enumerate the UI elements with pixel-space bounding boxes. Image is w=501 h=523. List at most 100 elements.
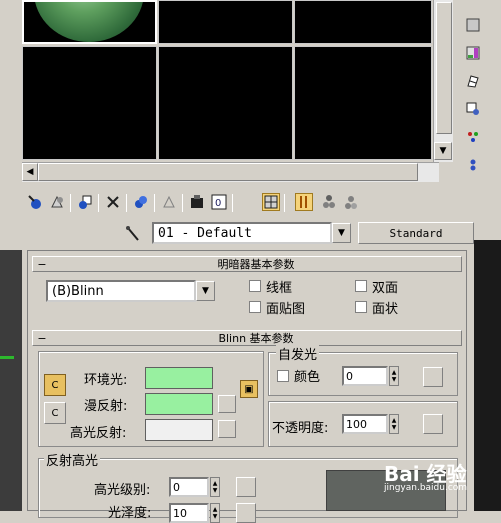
glossiness-label: 光泽度: <box>108 506 152 521</box>
video-color-check-icon[interactable] <box>464 128 482 146</box>
horizontal-scroll-thumb[interactable] <box>38 163 418 181</box>
faceted-checkbox[interactable] <box>355 301 367 313</box>
two-sided-checkbox[interactable] <box>355 280 367 292</box>
backlight-icon[interactable] <box>464 44 482 62</box>
opacity-label: 不透明度: <box>272 421 329 436</box>
side-toolbar <box>458 0 501 190</box>
spinner-up-icon: ▲ <box>212 480 218 487</box>
self-illum-spinner[interactable]: ▲ ▼ <box>389 366 399 386</box>
specular-color-swatch[interactable] <box>145 419 213 441</box>
show-map-in-viewport-button[interactable] <box>262 193 280 211</box>
pick-material-icon[interactable] <box>124 224 144 244</box>
spinner-up-icon: ▲ <box>391 369 397 376</box>
glossiness-field[interactable]: 10 <box>169 503 209 523</box>
lock-ambient-diffuse-map-button[interactable]: C <box>44 374 66 396</box>
sample-slot-3[interactable] <box>294 0 432 44</box>
uv-tiling-icon[interactable] <box>464 100 482 118</box>
sample-slot-4[interactable] <box>22 46 157 160</box>
link-icon: C <box>51 379 59 391</box>
faceted-label: 面状 <box>372 302 399 317</box>
glossiness-map-button[interactable] <box>236 503 256 523</box>
make-unique-icon[interactable] <box>132 193 150 211</box>
specular-label: 高光反射: <box>70 426 127 441</box>
opacity-value-field[interactable]: 100 <box>342 414 388 434</box>
specular-map-button[interactable] <box>218 420 236 438</box>
shader-rollout-title: 明暗器基本参数 <box>217 258 295 271</box>
lock-colors-button[interactable]: ▣ <box>240 380 258 398</box>
shader-rollout-header[interactable]: − 明暗器基本参数 <box>32 256 462 272</box>
get-material-icon[interactable] <box>26 193 44 211</box>
left-viewport-edge <box>0 250 22 511</box>
go-to-parent-icon[interactable] <box>320 193 338 211</box>
scroll-left-button[interactable]: ◀ <box>22 163 38 181</box>
spinner-down-icon: ▼ <box>212 487 218 494</box>
background-icon[interactable] <box>464 72 482 90</box>
blinn-rollout-header[interactable]: − Blinn 基本参数 <box>32 330 462 346</box>
wire-checkbox[interactable] <box>249 280 261 292</box>
put-to-library-icon[interactable] <box>160 193 178 211</box>
self-illum-value-field[interactable]: 0 <box>342 366 388 386</box>
diffuse-label: 漫反射: <box>84 399 128 414</box>
reset-map-icon[interactable] <box>104 193 122 211</box>
specular-level-field[interactable]: 0 <box>169 477 209 497</box>
material-id-channel-icon[interactable] <box>188 193 206 211</box>
face-map-checkbox[interactable] <box>249 301 261 313</box>
chevron-down-icon: ▼ <box>439 146 447 156</box>
ambient-color-swatch[interactable] <box>145 367 213 389</box>
show-end-result-button[interactable] <box>295 193 313 211</box>
material-type-button[interactable]: Standard <box>358 222 474 244</box>
vertical-scroll-thumb[interactable] <box>436 2 452 134</box>
self-illum-color-checkbox[interactable] <box>277 370 289 382</box>
toolbar-separator <box>98 194 99 212</box>
specular-level-map-button[interactable] <box>236 477 256 497</box>
spinner-down-icon: ▼ <box>212 513 218 520</box>
sample-type-icon[interactable] <box>464 16 482 34</box>
collapse-icon: − <box>37 331 47 345</box>
specular-highlights-title: 反射高光 <box>44 450 101 469</box>
diffuse-map-button[interactable] <box>218 395 236 413</box>
watermark-url: jingyan.baidu.com <box>384 483 468 493</box>
chevron-down-icon: ▼ <box>338 228 345 238</box>
material-effects-channel-icon[interactable]: 0 <box>210 193 228 211</box>
go-forward-to-sibling-icon[interactable] <box>342 193 360 211</box>
opacity-map-button[interactable] <box>423 414 443 434</box>
make-preview-icon[interactable] <box>464 156 482 174</box>
lock-diffuse-specular-map-button[interactable]: C <box>44 402 66 424</box>
toolbar-separator <box>182 194 183 212</box>
material-name-dropdown[interactable]: ▼ <box>332 223 351 243</box>
ambient-label: 环境光: <box>84 373 128 388</box>
glossiness-spinner[interactable]: ▲ ▼ <box>210 503 220 523</box>
blinn-rollout-title: Blinn 基本参数 <box>218 332 294 345</box>
spinner-down-icon: ▼ <box>391 424 397 431</box>
sample-slot-5[interactable] <box>158 46 293 160</box>
chevron-down-icon: ▼ <box>202 286 209 296</box>
material-sphere <box>34 2 144 42</box>
right-viewport-edge <box>474 240 501 511</box>
assign-to-selection-icon[interactable] <box>76 193 94 211</box>
spinner-up-icon: ▲ <box>212 506 218 513</box>
sample-slot-6[interactable] <box>294 46 432 160</box>
specular-level-spinner[interactable]: ▲ ▼ <box>210 477 220 497</box>
chevron-left-icon: ◀ <box>26 167 34 177</box>
diffuse-color-swatch[interactable] <box>145 393 213 415</box>
face-map-label: 面贴图 <box>266 302 306 317</box>
shader-type-dropdown[interactable]: (B)Blinn <box>46 280 196 302</box>
put-to-scene-icon[interactable] <box>48 193 66 211</box>
scroll-down-button[interactable]: ▼ <box>434 142 452 160</box>
collapse-icon: − <box>37 257 47 271</box>
specular-level-label: 高光级别: <box>94 483 151 498</box>
toolbar-separator <box>126 194 127 212</box>
material-name-field[interactable]: 01 - Default <box>152 222 332 244</box>
sample-slot-2[interactable] <box>158 0 293 44</box>
opacity-spinner[interactable]: ▲ ▼ <box>389 414 399 434</box>
shader-dropdown-button[interactable]: ▼ <box>196 281 215 301</box>
spinner-down-icon: ▼ <box>391 376 397 383</box>
link-icon: C <box>51 407 59 419</box>
lock-icon: ▣ <box>244 383 254 395</box>
toolbar-separator <box>232 194 233 212</box>
self-illum-map-button[interactable] <box>423 367 443 387</box>
svg-text:0: 0 <box>215 198 221 209</box>
self-illumination-title: 自发光 <box>276 344 320 363</box>
material-toolbar: 0 <box>22 190 474 216</box>
sample-slot-1[interactable] <box>22 0 157 44</box>
